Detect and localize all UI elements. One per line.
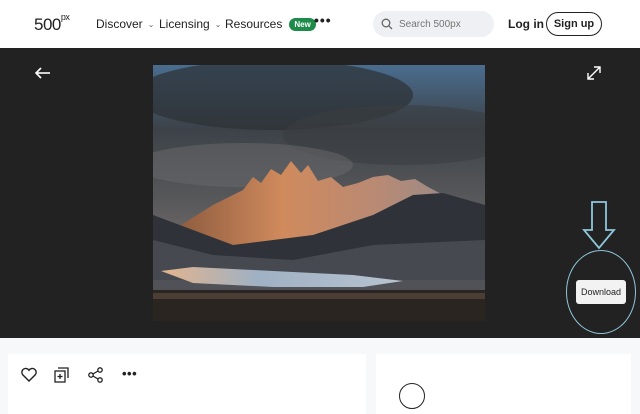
arrow-left-icon[interactable] [34,64,52,82]
mountain-photo[interactable] [153,65,485,321]
photo-viewer: Download [0,48,640,338]
expand-icon[interactable] [585,64,603,82]
nav-discover-label: Discover [96,17,143,31]
nav-resources[interactable]: Resources New [225,17,316,31]
more-menu-icon[interactable]: ••• [314,12,332,28]
add-gallery-icon[interactable] [53,366,71,384]
login-link[interactable]: Log in [508,17,544,31]
logo-text: 500 [34,15,61,34]
logo-sup: px [60,12,70,23]
search-icon [381,18,393,30]
new-badge: New [289,17,316,31]
nav-licensing[interactable]: Licensing ⌄ [159,17,221,31]
more-icon[interactable]: ••• [122,366,137,381]
nav-discover[interactable]: Discover ⌄ [96,17,154,31]
heart-icon[interactable] [20,366,38,384]
top-nav-bar: 500px Discover ⌄ Licensing ⌄ Resources N… [0,0,640,48]
chevron-down-icon: ⌄ [214,19,222,29]
search-input[interactable] [399,18,489,30]
download-button[interactable]: Download [576,280,626,304]
arrow-down-icon [582,201,616,250]
photo-actions-panel: ••• [8,354,366,414]
nav-licensing-label: Licensing [159,17,210,31]
500px-logo[interactable]: 500px [34,12,70,35]
avatar[interactable] [399,383,425,409]
nav-resources-label: Resources [225,17,283,31]
search-box[interactable] [373,11,494,37]
chevron-down-icon: ⌄ [147,19,155,29]
share-icon[interactable] [87,366,105,384]
signup-button[interactable]: Sign up [546,12,602,36]
